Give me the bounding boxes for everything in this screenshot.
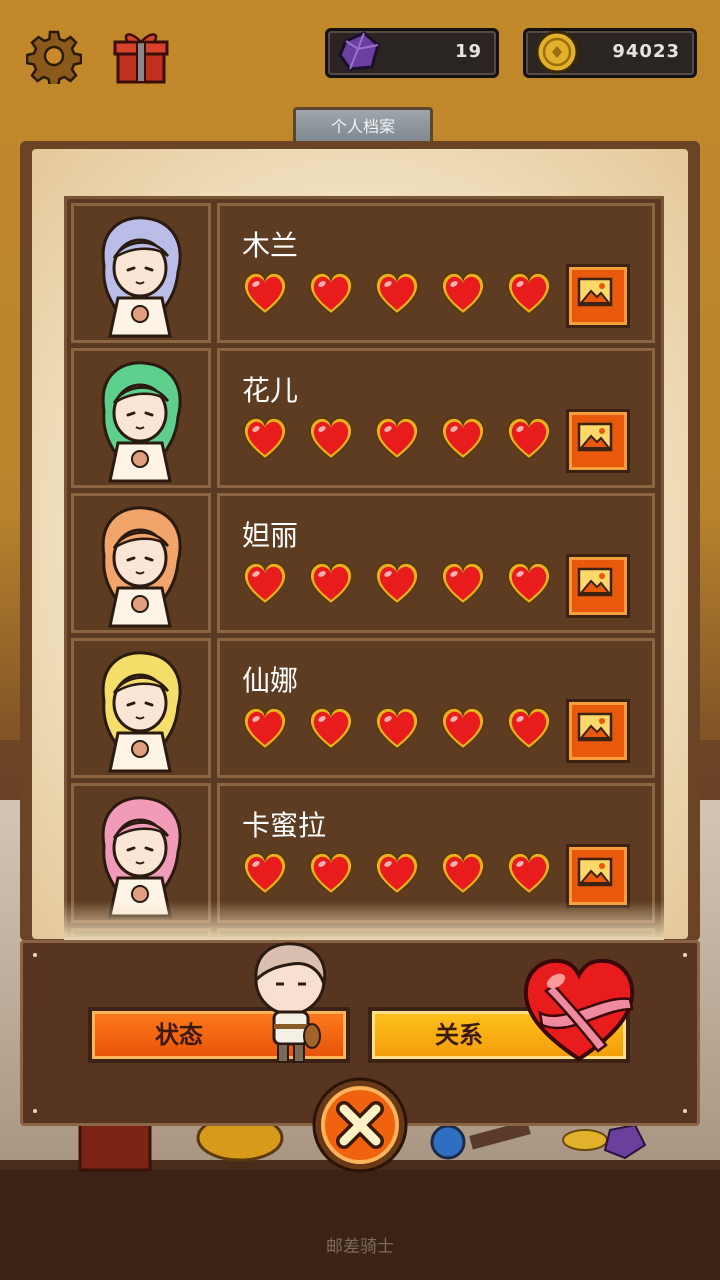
knight-character-icon xyxy=(254,942,327,1063)
settings-gear-icon[interactable] xyxy=(26,28,82,84)
panel-rivet xyxy=(683,953,687,957)
heart-icon xyxy=(242,561,288,606)
heart-icon xyxy=(506,271,552,316)
heart-icon xyxy=(374,851,420,896)
heart-icon xyxy=(242,271,288,316)
character-portrait-icon xyxy=(101,361,182,483)
character-name: 妲丽 xyxy=(242,519,299,552)
heart-icon xyxy=(506,561,552,606)
heart-icon xyxy=(242,706,288,751)
heart-icon xyxy=(440,561,486,606)
heart-icon xyxy=(308,561,354,606)
affection-hearts xyxy=(240,270,554,318)
purple-gem-icon xyxy=(338,31,380,71)
character-info: 木兰 xyxy=(217,203,655,343)
tab-status-label: 状态 xyxy=(155,1021,203,1049)
heart-icon xyxy=(506,851,552,896)
heart-icon xyxy=(308,706,354,751)
character-row[interactable]: 妲丽 xyxy=(71,493,655,633)
character-name: 花儿 xyxy=(242,374,299,407)
picture-icon xyxy=(577,422,613,452)
heart-icon xyxy=(374,416,420,461)
panel-rivet xyxy=(33,1109,37,1113)
heart-icon xyxy=(374,706,420,751)
heart-icon xyxy=(242,416,288,461)
heart-icon xyxy=(374,561,420,606)
album-button[interactable] xyxy=(566,409,630,473)
character-info: 妲丽 xyxy=(217,493,655,633)
heart-icon xyxy=(374,271,420,316)
album-button[interactable] xyxy=(566,554,630,618)
heart-icon xyxy=(440,851,486,896)
character-portrait-icon xyxy=(101,216,182,338)
gold-coin-icon xyxy=(535,30,579,74)
panel-rivet xyxy=(33,953,37,957)
character-portrait[interactable] xyxy=(71,638,211,778)
character-row[interactable]: 花儿 xyxy=(71,348,655,488)
gem-counter: 19 xyxy=(325,28,499,78)
character-row[interactable]: 木兰 xyxy=(71,203,655,343)
heart-icon xyxy=(242,851,288,896)
profile-tab-title: 个人档案 xyxy=(293,107,433,144)
character-portrait-icon xyxy=(101,796,182,918)
gem-count: 19 xyxy=(454,41,482,62)
profile-panel: 木兰花儿妲丽仙娜卡蜜拉 xyxy=(20,141,700,947)
gift-box-icon[interactable] xyxy=(112,28,170,86)
character-row[interactable]: 仙娜 xyxy=(71,638,655,778)
coin-counter: 94023 xyxy=(523,28,697,78)
heart-icon xyxy=(506,416,552,461)
picture-icon xyxy=(577,712,613,742)
character-portrait[interactable] xyxy=(71,203,211,343)
picture-icon xyxy=(577,857,613,887)
affection-hearts xyxy=(240,705,554,753)
album-button[interactable] xyxy=(566,699,630,763)
close-button[interactable] xyxy=(310,1075,410,1175)
character-portrait[interactable] xyxy=(71,493,211,633)
character-portrait[interactable] xyxy=(71,348,211,488)
background-floor xyxy=(0,1170,720,1280)
app-name: 邮差骑士 xyxy=(326,1237,394,1257)
character-info: 花儿 xyxy=(217,348,655,488)
coin-count: 94023 xyxy=(612,41,680,62)
panel-rivet xyxy=(683,1109,687,1113)
heart-icon xyxy=(308,416,354,461)
character-info: 仙娜 xyxy=(217,638,655,778)
affection-hearts xyxy=(240,560,554,608)
heart-icon xyxy=(308,271,354,316)
affection-hearts xyxy=(240,850,554,898)
list-fade xyxy=(64,901,664,941)
heart-icon xyxy=(440,706,486,751)
affection-hearts xyxy=(240,415,554,463)
character-name: 木兰 xyxy=(242,229,299,262)
album-button[interactable] xyxy=(566,264,630,328)
character-name: 卡蜜拉 xyxy=(242,809,327,842)
character-portrait-icon xyxy=(101,651,182,773)
character-name: 仙娜 xyxy=(242,664,299,697)
picture-icon xyxy=(577,277,613,307)
picture-icon xyxy=(577,567,613,597)
relationship-heart-icon xyxy=(523,958,635,1062)
character-list[interactable]: 木兰花儿妲丽仙娜卡蜜拉 xyxy=(64,196,664,947)
heart-icon xyxy=(506,706,552,751)
album-button[interactable] xyxy=(566,844,630,908)
heart-icon xyxy=(308,851,354,896)
heart-icon xyxy=(440,416,486,461)
character-portrait-icon xyxy=(101,506,182,628)
heart-icon xyxy=(440,271,486,316)
tab-relation-label: 关系 xyxy=(435,1021,483,1049)
